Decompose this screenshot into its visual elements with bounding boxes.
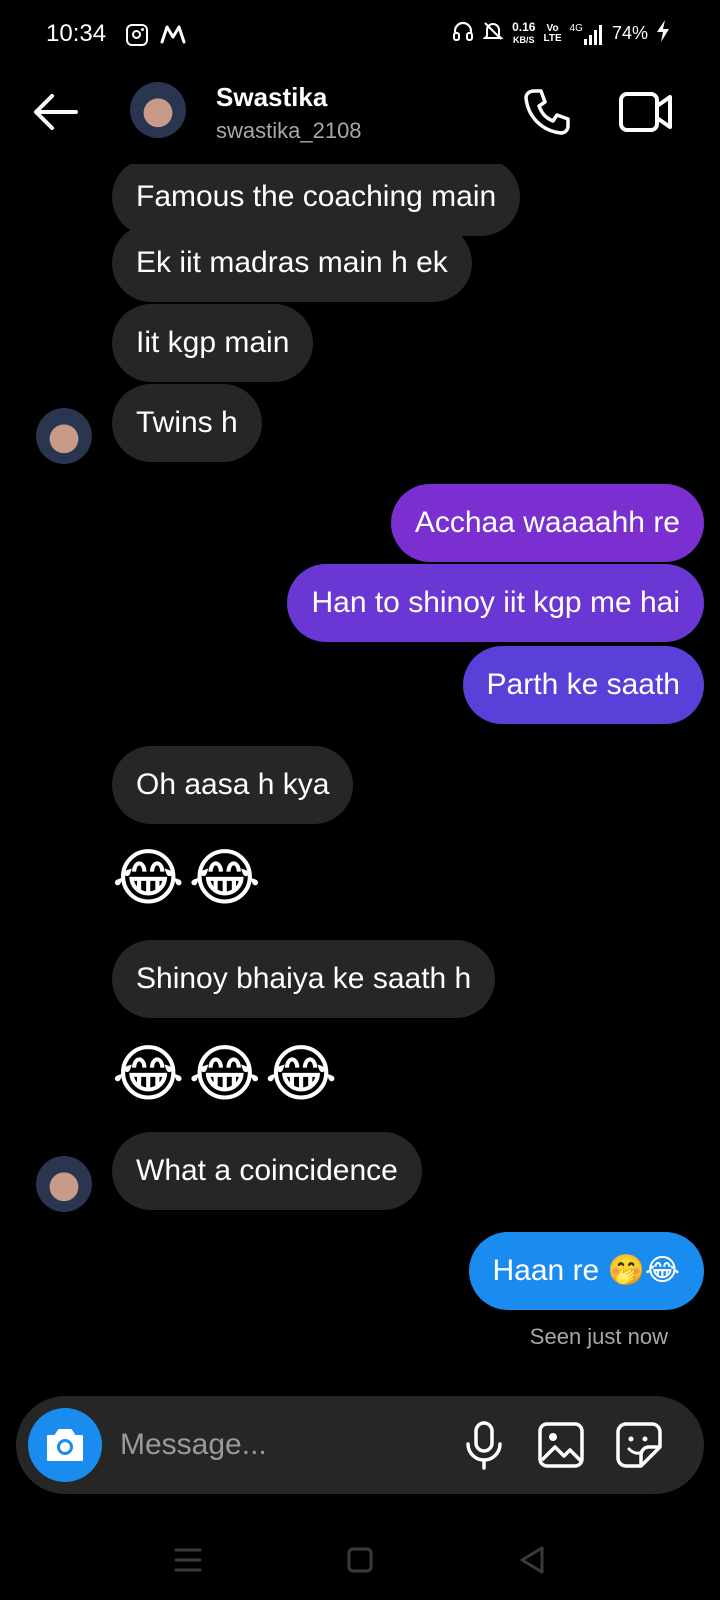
charging-icon (656, 20, 670, 47)
back-arrow-icon (34, 94, 78, 130)
signal-icon: 4G (570, 23, 604, 45)
incoming-message[interactable]: What a coincidence (112, 1132, 422, 1210)
status-bar: 10:34 0.16 KB/S Vo LTE 4G 74% (0, 0, 720, 72)
status-indicators: 0.16 KB/S Vo LTE 4G 74% (452, 20, 670, 47)
incoming-emoji-message[interactable]: 😂😂😂 (112, 1040, 341, 1110)
network-type: 4G (569, 22, 583, 34)
outgoing-message[interactable]: Parth ke saath (462, 646, 704, 724)
contact-avatar[interactable] (130, 82, 186, 138)
gallery-icon (538, 1422, 584, 1468)
phone-icon (524, 89, 570, 135)
home-button[interactable] (340, 1540, 380, 1580)
sender-avatar[interactable] (36, 408, 92, 464)
volte-indicator: Vo LTE (543, 23, 562, 44)
net-speed: 0.16 KB/S (512, 21, 535, 46)
system-nav-bar (0, 1520, 720, 1600)
recent-apps-button[interactable] (168, 1540, 208, 1580)
voice-call-button[interactable] (520, 86, 572, 138)
outgoing-message[interactable]: Haan re 🤭😂 (468, 1232, 704, 1310)
contact-name[interactable]: Swastika (216, 82, 327, 113)
volte-bottom: LTE (543, 32, 562, 44)
mute-icon (482, 20, 504, 47)
sticker-icon (616, 1422, 662, 1468)
home-icon (347, 1547, 373, 1573)
outgoing-message[interactable]: Han to shinoy iit kgp me hai (287, 564, 704, 642)
incoming-emoji-message[interactable]: 😂😂 (112, 844, 265, 914)
voice-message-button[interactable] (460, 1420, 508, 1470)
message-input[interactable] (120, 1418, 440, 1472)
message-list[interactable]: Famous the coaching main Ek iit madras m… (0, 164, 720, 1364)
camera-icon (47, 1429, 83, 1461)
incoming-message[interactable]: Twins h (112, 384, 262, 462)
sender-avatar[interactable] (36, 1156, 92, 1212)
system-back-button[interactable] (512, 1540, 552, 1580)
video-call-button[interactable] (618, 88, 674, 136)
status-time: 10:34 (46, 20, 107, 47)
headphones-icon (452, 20, 474, 47)
microphone-icon (466, 1421, 502, 1470)
menu-icon (174, 1548, 202, 1572)
back-icon (520, 1546, 544, 1574)
chat-header: Swastika swastika_2108 (0, 72, 720, 164)
sticker-button[interactable] (614, 1420, 664, 1470)
battery-level: 74% (611, 23, 648, 43)
incoming-message[interactable]: Oh aasa h kya (112, 746, 354, 824)
contact-handle[interactable]: swastika_2108 (216, 118, 362, 144)
incoming-message[interactable]: Iit kgp main (112, 304, 314, 382)
outgoing-message[interactable]: Acchaa waaaahh re (390, 484, 704, 562)
message-composer (16, 1396, 704, 1494)
gallery-button[interactable] (536, 1420, 586, 1470)
incoming-message[interactable]: Shinoy bhaiya ke saath h (112, 940, 496, 1018)
instagram-icon (126, 24, 148, 46)
net-speed-value: 0.16 (512, 20, 536, 34)
myntra-icon (160, 24, 186, 49)
video-camera-icon (619, 92, 672, 132)
back-button[interactable] (30, 90, 82, 134)
incoming-message[interactable]: Ek iit madras main h ek (112, 224, 472, 302)
camera-button[interactable] (28, 1408, 102, 1482)
seen-status: Seen just now (529, 1324, 668, 1349)
net-speed-unit: KB/S (513, 35, 535, 45)
